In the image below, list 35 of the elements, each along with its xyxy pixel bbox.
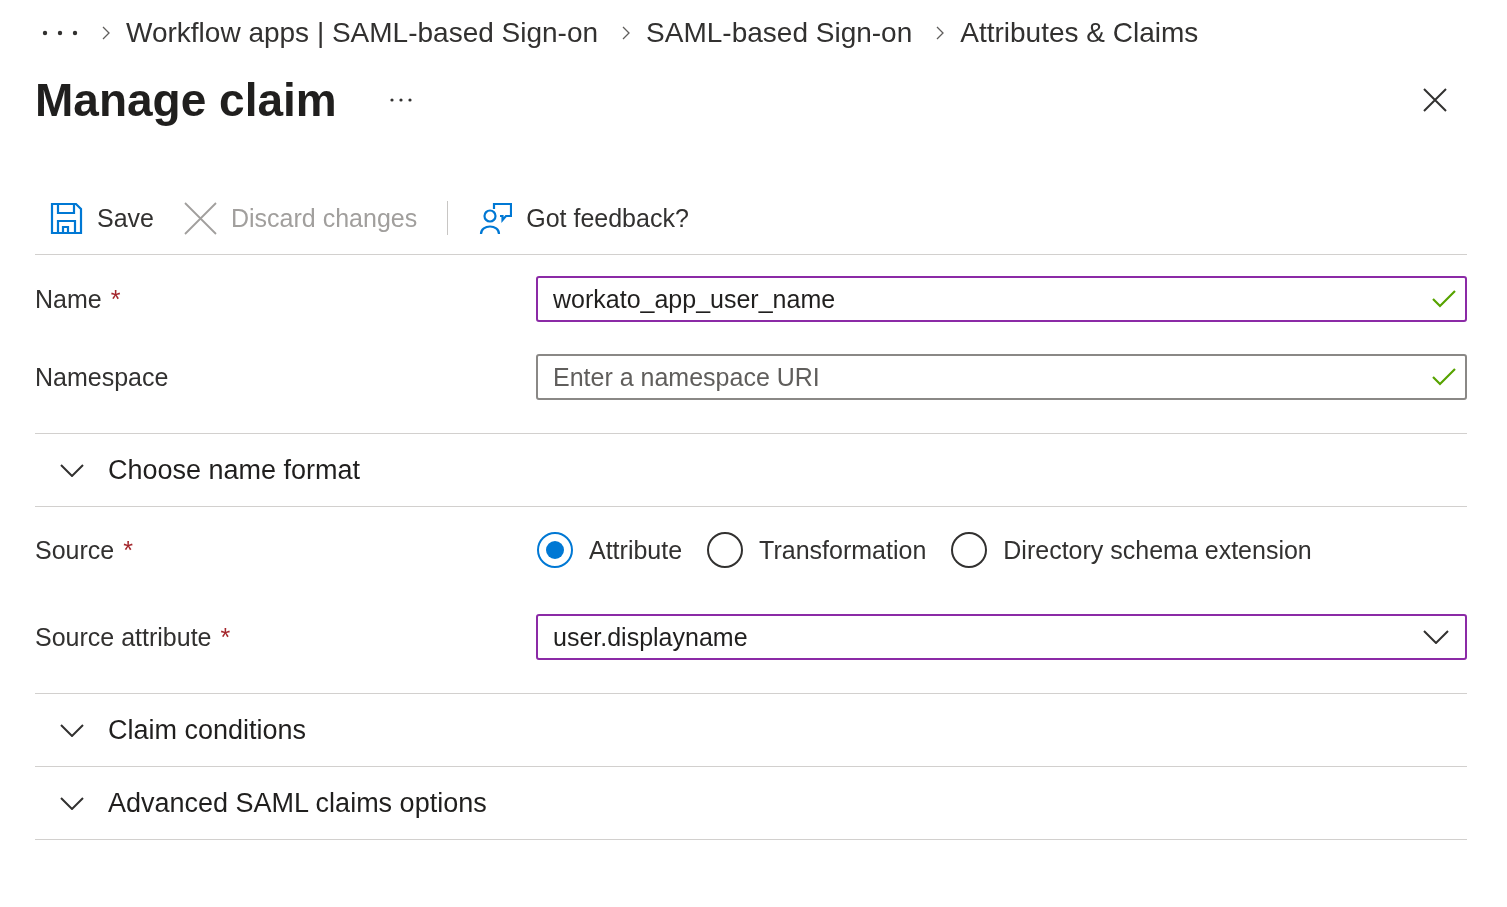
field-label: Namespace [35, 362, 169, 392]
text-field[interactable]: workato_app_user_name [536, 276, 1467, 322]
more-icon[interactable] [389, 98, 412, 102]
person-speech-bubble-icon [479, 201, 513, 235]
breadcrumb-link[interactable]: Attributes & Claims [960, 17, 1199, 49]
radio-button[interactable] [707, 532, 744, 568]
feedback-button[interactable]: Got feedback? [479, 201, 689, 235]
x-icon [184, 201, 217, 235]
radio-label[interactable]: Attribute [589, 535, 683, 565]
chevron-right-icon [102, 26, 110, 40]
text-field[interactable]: Enter a namespace URI [536, 354, 1467, 400]
breadcrumb-link[interactable]: SAML-based Sign-on [646, 17, 913, 49]
page-title: Manage claim [35, 73, 337, 128]
radio-button[interactable] [951, 532, 988, 568]
save-button[interactable]: Save [50, 201, 154, 235]
more-icon[interactable] [42, 30, 78, 36]
collapsible-section-header[interactable]: Advanced SAML claims options [60, 787, 487, 819]
required-marker: * [220, 622, 231, 652]
field-label: Source [35, 535, 115, 565]
required-marker: * [123, 535, 133, 565]
radio-button[interactable] [537, 532, 573, 568]
collapsible-section-header[interactable]: Choose name format [60, 454, 361, 486]
field-label: Source attribute [35, 622, 212, 652]
collapsible-section-header[interactable]: Claim conditions [60, 714, 307, 746]
breadcrumb-link[interactable]: Workflow apps | SAML-based Sign-on [126, 17, 599, 49]
dropdown[interactable]: user.displayname [536, 614, 1467, 660]
field-label: Name [35, 284, 102, 314]
chevron-right-icon [936, 26, 945, 40]
close-icon [1423, 88, 1447, 112]
radio-label[interactable]: Directory schema extension [1003, 535, 1312, 565]
radio-label[interactable]: Transformation [759, 535, 927, 565]
required-marker: * [110, 284, 121, 314]
chevron-right-icon [622, 26, 631, 40]
chevron-down-icon [1423, 630, 1449, 644]
close-button[interactable] [1423, 88, 1447, 112]
